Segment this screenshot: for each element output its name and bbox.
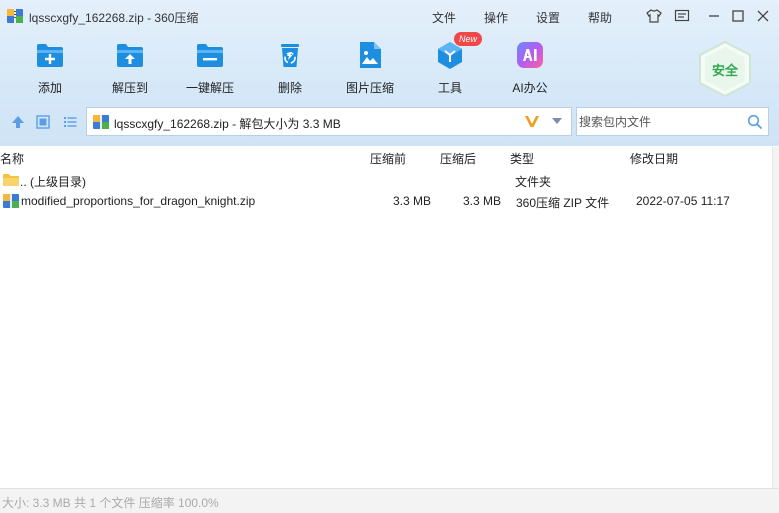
folder-icon (3, 174, 19, 186)
thumbnail-view-icon[interactable] (35, 114, 51, 130)
ai-office-label: AI办公 (512, 81, 548, 95)
security-badge-button[interactable]: 安全 (695, 40, 755, 98)
extract-folder-icon (117, 44, 143, 67)
search-box[interactable] (576, 107, 769, 136)
search-input[interactable] (579, 113, 739, 131)
dropdown-arrow-icon[interactable] (552, 118, 562, 124)
menu-help[interactable]: 帮助 (588, 9, 612, 26)
menu-settings[interactable]: 设置 (536, 9, 560, 26)
extract-to-button[interactable]: 解压到 (98, 40, 162, 98)
add-folder-icon (37, 44, 63, 67)
close-icon[interactable] (755, 8, 771, 24)
column-size-after[interactable]: 压缩后 (440, 150, 476, 167)
safe-label: 安全 (711, 63, 738, 78)
zip-archive-icon (7, 9, 23, 23)
add-label: 添加 (37, 81, 62, 95)
title-bar: lqsscxgfy_162268.zip - 360压缩 文件 操作 设置 帮助 (0, 0, 779, 32)
image-file-icon (360, 42, 381, 68)
tools-button[interactable]: 工具 (418, 40, 482, 98)
menu-file[interactable]: 文件 (432, 9, 456, 26)
message-icon[interactable] (674, 8, 690, 24)
list-item[interactable]: modified_proportions_for_dragon_knight.z… (0, 191, 772, 211)
column-type[interactable]: 类型 (510, 150, 534, 167)
up-arrow-icon[interactable] (10, 114, 26, 130)
extract-to-label: 解压到 (111, 81, 148, 95)
one-click-extract-label: 一键解压 (185, 81, 234, 95)
maximize-icon[interactable] (730, 8, 746, 24)
v-check-icon[interactable] (524, 113, 540, 129)
list-view-icon[interactable] (62, 114, 78, 130)
file-list-header: 名称 压缩前 压缩后 类型 修改日期 (0, 147, 772, 167)
ai-office-button[interactable]: AI办公 (498, 40, 562, 98)
ai-icon (517, 42, 543, 68)
add-button[interactable]: 添加 (18, 40, 82, 98)
trash-recycle-icon (281, 44, 299, 67)
vertical-scrollbar[interactable] (772, 147, 779, 488)
file-type: 文件夹 (515, 175, 552, 189)
tools-label: 工具 (437, 81, 462, 95)
column-size-before[interactable]: 压缩前 (370, 150, 406, 167)
image-compress-label: 图片压缩 (345, 81, 394, 95)
image-compress-button[interactable]: 图片压缩 (338, 40, 402, 98)
delete-label: 删除 (277, 81, 302, 95)
zip-archive-icon (93, 115, 109, 129)
minimize-icon[interactable] (706, 8, 722, 24)
status-text: 大小: 3.3 MB 共 1 个文件 压缩率 100.0% (2, 496, 219, 510)
search-icon[interactable] (747, 114, 763, 130)
file-name: .. (上级目录) (20, 175, 86, 189)
address-path: lqsscxgfy_162268.zip - 解包大小为 3.3 MB (114, 117, 341, 131)
one-click-extract-icon (197, 44, 223, 67)
delete-button[interactable]: 删除 (258, 40, 322, 98)
file-size-before: 3.3 MB (393, 194, 432, 208)
status-bar: 大小: 3.3 MB 共 1 个文件 压缩率 100.0% (0, 488, 779, 513)
column-name[interactable]: 名称 (0, 150, 24, 167)
one-click-extract-button[interactable]: 一键解压 (178, 40, 242, 98)
file-type: 360压缩 ZIP 文件 (516, 196, 610, 210)
menu-operate[interactable]: 操作 (484, 9, 508, 26)
shirt-skin-icon[interactable] (646, 8, 662, 24)
file-size-after: 3.3 MB (463, 194, 502, 208)
file-modified: 2022-07-05 11:17 (636, 194, 730, 208)
new-badge: New (454, 32, 483, 46)
list-item[interactable]: .. (上级目录) 文件夹 (0, 170, 772, 190)
file-name: modified_proportions_for_dragon_knight.z… (21, 194, 256, 208)
window-title: lqsscxgfy_162268.zip - 360压缩 (29, 11, 199, 25)
address-bar[interactable]: lqsscxgfy_162268.zip - 解包大小为 3.3 MB (86, 107, 572, 136)
zip-archive-icon (3, 194, 19, 208)
column-modified[interactable]: 修改日期 (630, 150, 678, 167)
